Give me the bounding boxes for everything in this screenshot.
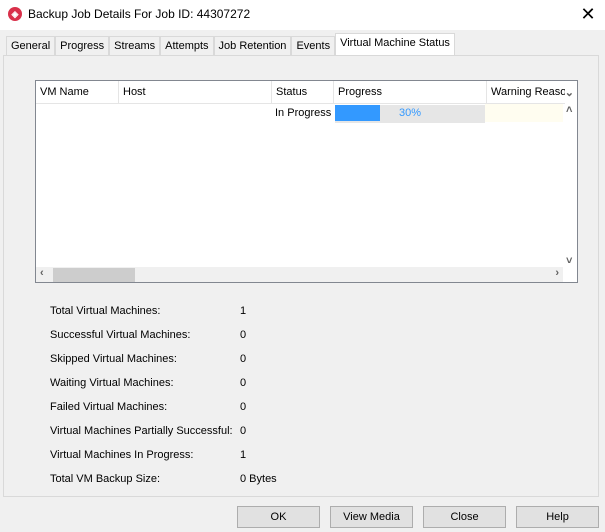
window-title: Backup Job Details For Job ID: 44307272 <box>28 7 251 21</box>
stat-value: 0 <box>240 329 247 341</box>
cell-vm-name <box>36 104 119 122</box>
tab-virtual-machine-status[interactable]: Virtual Machine Status <box>335 33 455 56</box>
column-header-status[interactable]: Status <box>272 81 334 103</box>
scroll-left-icon[interactable]: ‹ <box>40 267 44 279</box>
stat-value: 1 <box>240 305 247 317</box>
scroll-right-icon[interactable]: › <box>555 267 559 279</box>
scroll-up-icon[interactable]: ˄ <box>566 104 572 116</box>
stat-label: Skipped Virtual Machines: <box>50 353 177 365</box>
vertical-scrollbar[interactable]: ˄ ˅ <box>564 104 577 267</box>
column-header-progress[interactable]: Progress <box>334 81 487 103</box>
stat-label: Successful Virtual Machines: <box>50 329 191 341</box>
horizontal-scroll-thumb[interactable] <box>53 268 135 282</box>
tab-streams[interactable]: Streams <box>109 36 161 56</box>
table-row[interactable]: In Progress 30% <box>36 104 565 123</box>
column-header-warning-reason[interactable]: Warning Reason <box>487 81 565 103</box>
column-header-host[interactable]: Host <box>119 81 272 103</box>
stat-label: Virtual Machines Partially Successful: <box>50 425 233 437</box>
app-logo-icon: ◈ <box>8 7 22 21</box>
stat-label: Virtual Machines In Progress: <box>50 449 194 461</box>
stat-label: Failed Virtual Machines: <box>50 401 168 413</box>
tab-attempts[interactable]: Attempts <box>160 36 214 56</box>
column-chooser-icon[interactable]: ⌄ <box>565 86 574 99</box>
tab-job-retention[interactable]: Job Retention <box>213 36 292 56</box>
cell-warning-reason <box>485 104 563 122</box>
stat-label: Waiting Virtual Machines: <box>50 377 174 389</box>
progress-bar: 30% <box>335 104 485 123</box>
help-button[interactable]: Help <box>516 506 599 528</box>
column-header-vm-name[interactable]: VM Name <box>36 81 119 103</box>
close-window-button[interactable]: ✕ <box>576 2 600 26</box>
tab-general[interactable]: General <box>6 36 56 56</box>
stat-value: 1 <box>240 449 247 461</box>
tab-events[interactable]: Events <box>291 36 336 56</box>
horizontal-scrollbar[interactable]: ‹ › <box>36 267 563 282</box>
close-button[interactable]: Close <box>423 506 506 528</box>
stat-value: 0 Bytes <box>240 473 277 485</box>
tab-progress[interactable]: Progress <box>55 36 110 56</box>
progress-label: 30% <box>398 106 422 119</box>
stat-value: 0 <box>240 401 247 413</box>
stat-value: 0 <box>240 377 247 389</box>
scroll-down-icon[interactable]: ˅ <box>566 255 572 267</box>
vm-status-table: VM Name Host Status Progress Warning Rea… <box>35 80 578 283</box>
title-bar: ◈ Backup Job Details For Job ID: 4430727… <box>0 0 605 30</box>
ok-button[interactable]: OK <box>237 506 320 528</box>
stat-label: Total Virtual Machines: <box>50 305 161 317</box>
view-media-button[interactable]: View Media <box>330 506 413 528</box>
stat-value: 0 <box>240 353 247 365</box>
cell-status: In Progress <box>275 107 332 119</box>
cell-host <box>119 104 272 122</box>
tab-bar: General Progress Streams Attempts Job Re… <box>6 33 455 56</box>
stat-value: 0 <box>240 425 247 437</box>
table-header: VM Name Host Status Progress Warning Rea… <box>36 81 565 104</box>
stat-label: Total VM Backup Size: <box>50 473 161 485</box>
